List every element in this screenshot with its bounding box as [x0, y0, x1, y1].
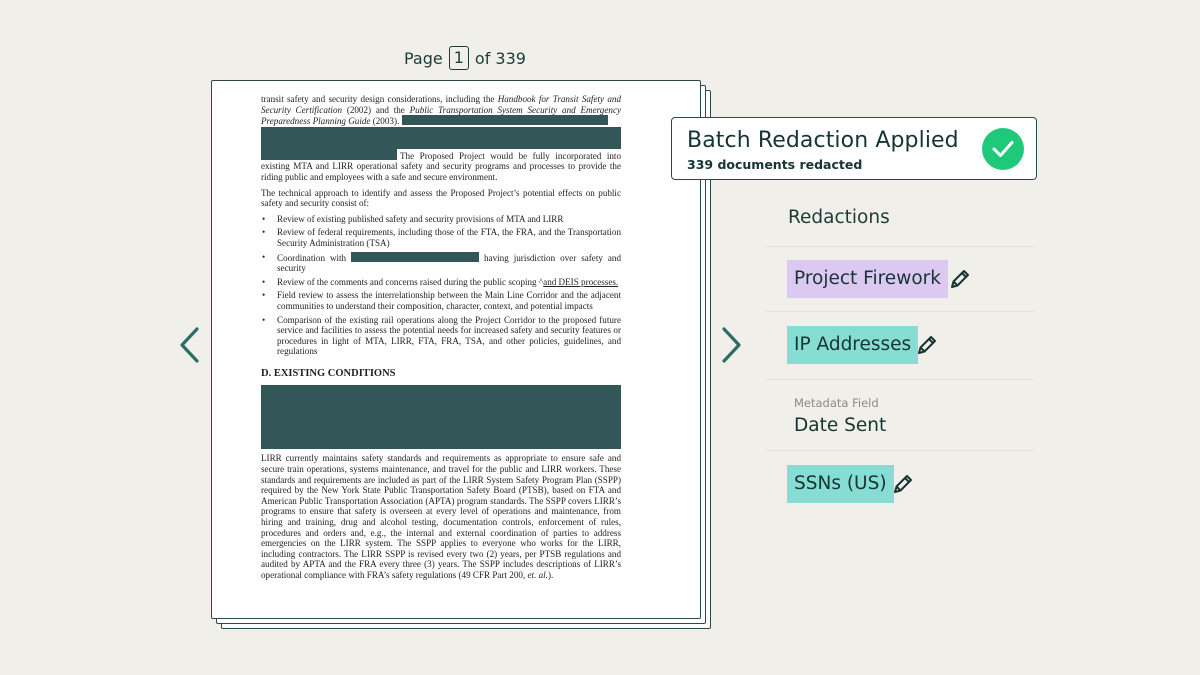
paragraph: transit safety and security design consi…	[261, 94, 622, 127]
chevron-left-icon	[180, 327, 199, 363]
redaction-tag-ip-addresses[interactable]: IP Addresses	[787, 326, 919, 364]
paragraph: The technical approach to identify and a…	[261, 187, 621, 209]
redaction-block[interactable]	[401, 115, 608, 126]
list-item: Review of federal requirements, includin…	[262, 227, 621, 248]
redaction-block[interactable]	[261, 148, 397, 160]
paragraph: LIRR currently maintains safety standard…	[261, 453, 621, 580]
list-item: Review of existing published safety and …	[262, 214, 621, 225]
section-heading: D. EXISTING CONDITIONS	[261, 367, 396, 379]
batch-redaction-toast: Batch Redaction Applied 339 documents re…	[671, 117, 1037, 180]
document-content: transit safety and security design consi…	[261, 94, 621, 586]
list-item: Comparison of the existing rail operatio…	[262, 315, 621, 357]
page-navigator: Page 1 of 339	[404, 46, 526, 70]
toast-subtitle: 339 documents redacted	[687, 157, 863, 172]
next-page-button[interactable]	[716, 325, 746, 365]
list-item: Field review to assess the interrelation…	[262, 290, 621, 311]
divider	[765, 246, 1035, 247]
divider	[765, 311, 1035, 312]
divider	[765, 450, 1035, 451]
divider	[765, 379, 1035, 380]
toast-title: Batch Redaction Applied	[687, 128, 959, 153]
redaction-tag-ssns[interactable]: SSNs (US)	[787, 465, 894, 503]
pencil-icon[interactable]	[891, 472, 915, 496]
metadata-field-value[interactable]: Date Sent	[794, 415, 886, 436]
previous-page-button[interactable]	[175, 325, 205, 365]
pencil-icon[interactable]	[915, 333, 939, 357]
redaction-block[interactable]	[351, 251, 480, 262]
pencil-icon[interactable]	[948, 267, 972, 291]
list-item: Review of the comments and concerns rais…	[262, 277, 621, 288]
metadata-field-label: Metadata Field	[794, 396, 879, 410]
redaction-tag-project-firework[interactable]: Project Firework	[787, 260, 948, 298]
panel-header: Redactions	[788, 207, 890, 228]
bullet-list: Review of existing published safety and …	[261, 214, 621, 357]
redaction-block[interactable]	[261, 126, 621, 149]
chevron-right-icon	[722, 327, 741, 363]
page-total: of 339	[474, 48, 526, 68]
paragraph: The Proposed Project would be fully inco…	[261, 148, 621, 182]
list-item: Coordination with having jurisdiction ov…	[262, 251, 621, 274]
page-label: Page	[404, 48, 443, 68]
redaction-block[interactable]	[261, 385, 621, 450]
check-circle-icon	[982, 128, 1024, 170]
current-page-input[interactable]: 1	[448, 46, 469, 70]
